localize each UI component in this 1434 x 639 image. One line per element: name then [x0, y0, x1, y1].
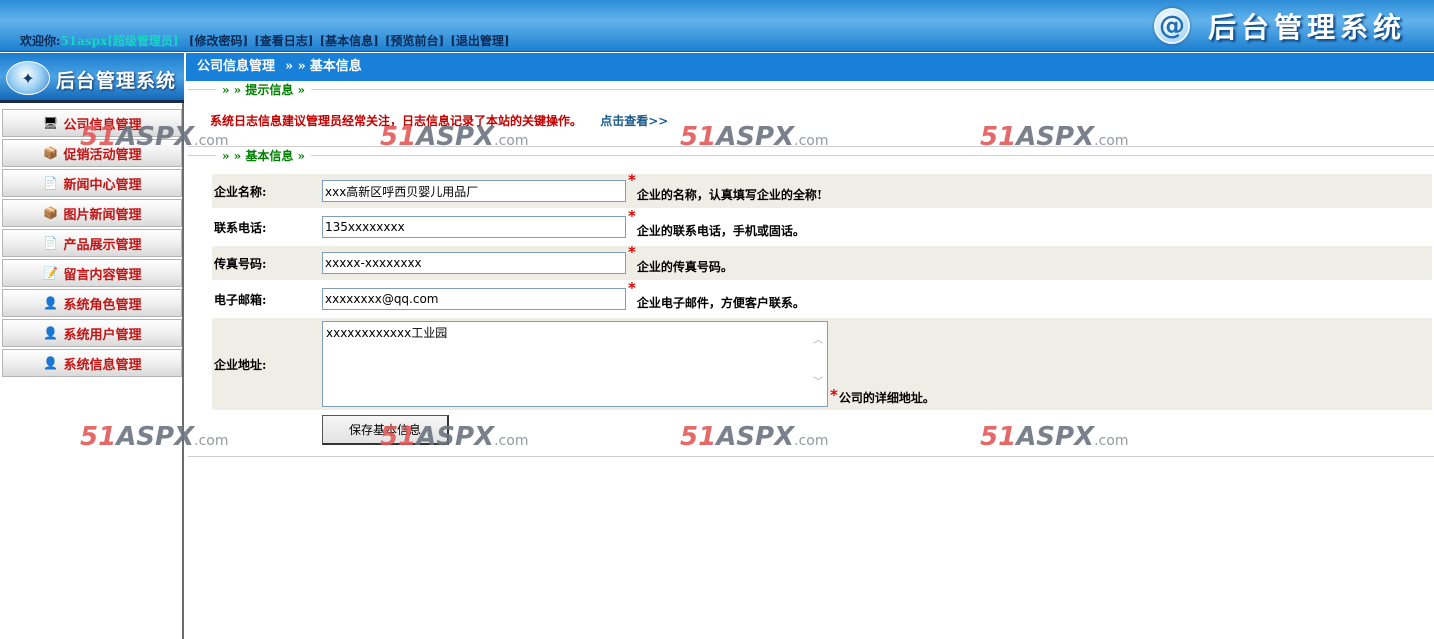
gift-box-icon: 📦 — [43, 146, 58, 160]
sidebar-item-promotions[interactable]: 📦 促销活动管理 — [2, 139, 182, 167]
form-row-company-name: 企业名称: * 企业的名称，认真填写企业的全称! — [212, 171, 1432, 208]
sidebar-item-label: 新闻中心管理 — [63, 177, 142, 193]
tips-section: » » 提示信息 » 系统日志信息建议管理员经常关注，日志信息记录了本站的关键操… — [188, 81, 1434, 147]
fax-input[interactable] — [322, 252, 626, 274]
sidebar-item-label: 系统用户管理 — [63, 327, 142, 343]
sidebar-item-label: 促销活动管理 — [63, 147, 142, 163]
required-mark: * — [628, 279, 636, 297]
main-content: 公司信息管理 » » 基本信息 » » 提示信息 » 系统日志信息建议管理员经常关注… — [186, 53, 1434, 639]
sidebar-item-photo-news[interactable]: 📦 图片新闻管理 — [2, 199, 182, 227]
sidebar-item-products[interactable]: 📄 产品展示管理 — [2, 229, 182, 257]
sidebar-item-news-center[interactable]: 📄 新闻中心管理 — [2, 169, 182, 197]
brand: @ 后台管理系统 — [1153, 7, 1406, 45]
company-name-label: 企业名称: — [214, 184, 267, 199]
logout-link[interactable]: [退出管理] — [450, 34, 509, 48]
fax-hint: 企业的传真号码。 — [636, 259, 733, 274]
address-textarea[interactable]: xxxxxxxxxxxx工业园 — [322, 321, 828, 407]
sidebar-item-roles[interactable]: 👤 系统角色管理 — [2, 289, 182, 317]
sidebar-item-label: 系统角色管理 — [63, 297, 142, 313]
form-row-phone: 联系电话: * 企业的联系电话，手机或固话。 — [212, 207, 1432, 244]
form-row-email: 电子邮箱: * 企业电子邮件，方便客户联系。 — [212, 279, 1432, 316]
form-row-fax: 传真号码: * 企业的传真号码。 — [212, 243, 1432, 280]
document-icon: 📄 — [43, 176, 58, 190]
computer-icon: 🖥 — [42, 116, 59, 130]
phone-label: 联系电话: — [214, 220, 267, 235]
change-password-link[interactable]: [修改密码] — [189, 34, 248, 48]
phone-input[interactable] — [322, 216, 626, 238]
document-icon: 📄 — [43, 236, 58, 250]
user-icon: 👤 — [43, 296, 58, 310]
email-hint: 企业电子邮件，方便客户联系。 — [636, 295, 805, 310]
sidebar: ✦ 后台管理系统 🖥 公司信息管理 📦 促销活动管理 📄 新闻中心管理 📦 图片… — [0, 53, 184, 639]
address-hint: 公司的详细地址。 — [838, 391, 935, 405]
basic-info-legend: » » 基本信息 » — [216, 147, 312, 164]
tips-row: 系统日志信息建议管理员经常关注，日志信息记录了本站的关键操作。 点击查看>> — [210, 112, 668, 129]
preview-frontend-link[interactable]: [预览前台] — [385, 34, 444, 48]
sidebar-item-label: 留言内容管理 — [63, 267, 142, 283]
phone-cell: * 企业的联系电话，手机或固话。 — [322, 207, 805, 244]
breadcrumb-separator: » » — [285, 59, 306, 74]
address-textarea-wrap: xxxxxxxxxxxx工业园 ︿ ﹀ — [322, 321, 828, 410]
basic-info-link[interactable]: [基本信息] — [319, 34, 378, 48]
sidebar-item-users[interactable]: 👤 系统用户管理 — [2, 319, 182, 347]
fax-cell: * 企业的传真号码。 — [322, 243, 733, 280]
scroll-down-arrow-icon[interactable]: ﹀ — [812, 377, 824, 389]
top-nav-bar: 欢迎你:51aspx[超级管理员] [修改密码] [查看日志] [基本信息] [预览前… — [20, 32, 510, 50]
address-label: 企业地址: — [214, 357, 267, 372]
view-log-detail-link[interactable]: 点击查看>> — [600, 114, 668, 128]
basic-info-section: » » 基本信息 » 企业名称: * 企业的名称，认真填写企业的全称! 联系电话… — [188, 147, 1434, 457]
sidebar-item-system-info[interactable]: 👤 系统信息管理 — [2, 349, 182, 377]
form-row-actions: 保存基本信息 — [212, 412, 1432, 448]
note-edit-icon: 📝 — [43, 266, 58, 280]
actions-cell: 保存基本信息 — [322, 412, 449, 448]
brand-title: 后台管理系统 — [1207, 11, 1406, 44]
top-header: 欢迎你:51aspx[超级管理员] [修改密码] [查看日志] [基本信息] [预览前… — [0, 0, 1434, 52]
sidebar-logo-text: 后台管理系统 — [56, 70, 177, 92]
sidebar-menu: 🖥 公司信息管理 📦 促销活动管理 📄 新闻中心管理 📦 图片新闻管理 📄 产品… — [0, 109, 182, 377]
view-log-link[interactable]: [查看日志] — [254, 34, 313, 48]
sidebar-item-label: 系统信息管理 — [63, 357, 142, 373]
email-label: 电子邮箱: — [214, 292, 267, 307]
company-name-cell: * 企业的名称，认真填写企业的全称! — [322, 171, 823, 208]
sidebar-logo: ✦ 后台管理系统 — [0, 53, 184, 103]
breadcrumb: 公司信息管理 » » 基本信息 — [186, 53, 1434, 81]
company-name-input[interactable] — [322, 180, 626, 202]
required-mark: * — [628, 207, 636, 225]
scroll-up-arrow-icon[interactable]: ︿ — [812, 335, 824, 347]
email-cell: * 企业电子邮件，方便客户联系。 — [322, 279, 805, 316]
mascot-logo-icon: ✦ — [6, 61, 50, 95]
save-basic-info-button[interactable]: 保存基本信息 — [322, 415, 449, 445]
company-name-hint: 企业的名称，认真填写企业的全称! — [636, 187, 823, 202]
sidebar-item-label: 公司信息管理 — [63, 117, 142, 133]
tips-text: 系统日志信息建议管理员经常关注，日志信息记录了本站的关键操作。 — [210, 114, 583, 128]
required-mark: * — [830, 386, 838, 404]
required-mark: * — [628, 171, 636, 189]
form-row-address: 企业地址: xxxxxxxxxxxx工业园 ︿ ﹀ * 公司的详细地址。 — [212, 318, 1432, 410]
welcome-label: 欢迎你: — [20, 34, 61, 48]
user-icon: 👤 — [43, 326, 58, 340]
sidebar-item-company-info[interactable]: 🖥 公司信息管理 — [2, 109, 182, 137]
sidebar-item-label: 产品展示管理 — [63, 237, 142, 253]
breadcrumb-parent: 公司信息管理 — [197, 59, 276, 74]
address-cell: xxxxxxxxxxxx工业园 ︿ ﹀ * 公司的详细地址。 — [322, 318, 935, 410]
gift-box-icon: 📦 — [43, 206, 58, 220]
fax-label: 传真号码: — [214, 256, 267, 271]
phone-hint: 企业的联系电话，手机或固话。 — [636, 223, 805, 238]
tips-legend: » » 提示信息 » — [216, 81, 312, 98]
current-user: 51aspx[超级管理员] — [60, 34, 179, 48]
email-input[interactable] — [322, 288, 626, 310]
at-logo-icon: @ — [1153, 8, 1190, 44]
breadcrumb-current: 基本信息 — [309, 59, 362, 74]
sidebar-item-label: 图片新闻管理 — [63, 207, 142, 223]
sidebar-item-messages[interactable]: 📝 留言内容管理 — [2, 259, 182, 287]
user-icon: 👤 — [43, 356, 58, 370]
required-mark: * — [628, 243, 636, 261]
